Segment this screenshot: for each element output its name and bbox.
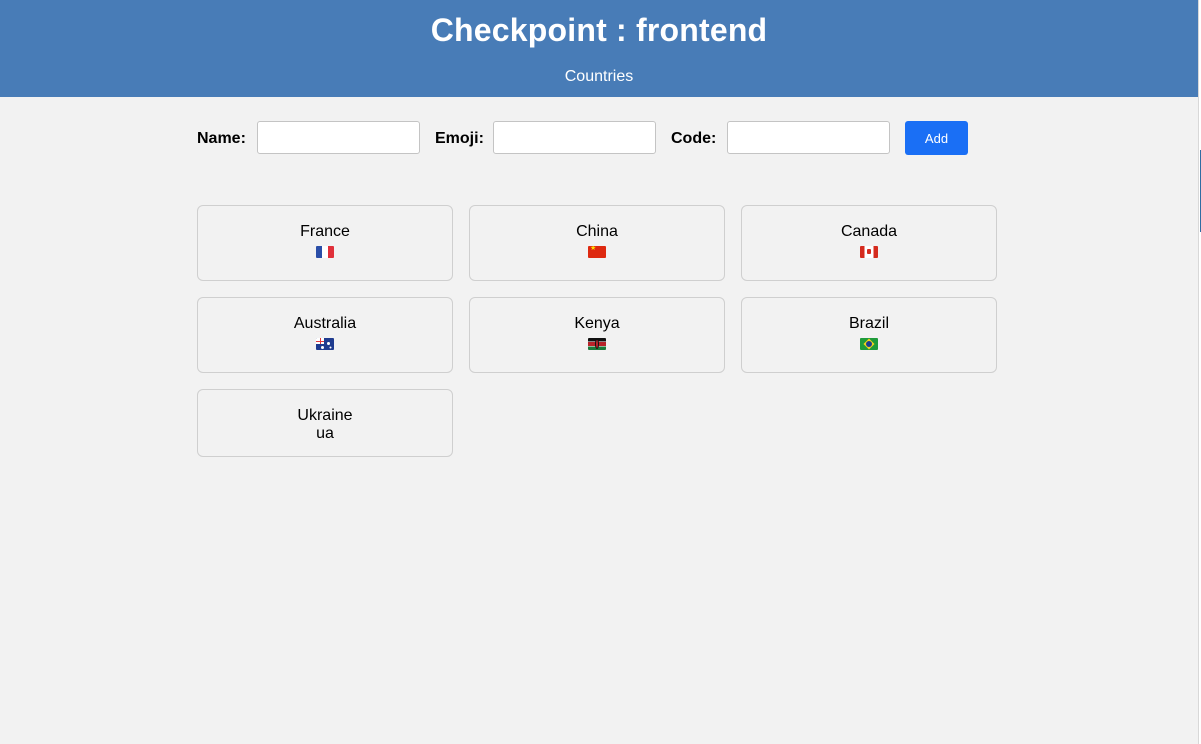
flag-fr-icon (316, 246, 334, 258)
country-card-brazil[interactable]: Brazil (741, 297, 997, 373)
country-card-china[interactable]: China (469, 205, 725, 281)
nav-link-countries[interactable]: Countries (0, 67, 1198, 87)
page-title: Checkpoint : frontend (430, 12, 768, 48)
flag-au-icon (316, 338, 334, 350)
add-button[interactable]: Add (905, 121, 968, 155)
country-card-australia[interactable]: Australia (197, 297, 453, 373)
name-label: Name: (197, 130, 246, 147)
flag-br-icon (860, 338, 878, 350)
country-card-ukraine[interactable]: Ukraine ua (197, 389, 453, 457)
code-input[interactable] (727, 121, 890, 154)
country-name: Australia (293, 315, 357, 332)
country-name: Brazil (848, 315, 889, 332)
country-name: Ukraine (297, 407, 353, 424)
flag-ca-icon (860, 246, 878, 258)
country-card-france[interactable]: France (197, 205, 453, 281)
app-header: Checkpoint : frontend Countries (0, 0, 1198, 97)
code-label: Code: (671, 130, 717, 147)
country-name: France (300, 223, 350, 240)
country-name: China (576, 223, 618, 240)
country-emoji-text: ua (316, 425, 334, 442)
country-card-canada[interactable]: Canada (741, 205, 997, 281)
country-name: Canada (840, 223, 898, 240)
flag-cn-icon (588, 246, 606, 258)
emoji-input[interactable] (493, 121, 656, 154)
emoji-label: Emoji: (435, 130, 484, 147)
country-card-kenya[interactable]: Kenya (469, 297, 725, 373)
name-input[interactable] (257, 121, 420, 154)
flag-ke-icon (588, 338, 606, 350)
country-name: Kenya (574, 315, 620, 332)
